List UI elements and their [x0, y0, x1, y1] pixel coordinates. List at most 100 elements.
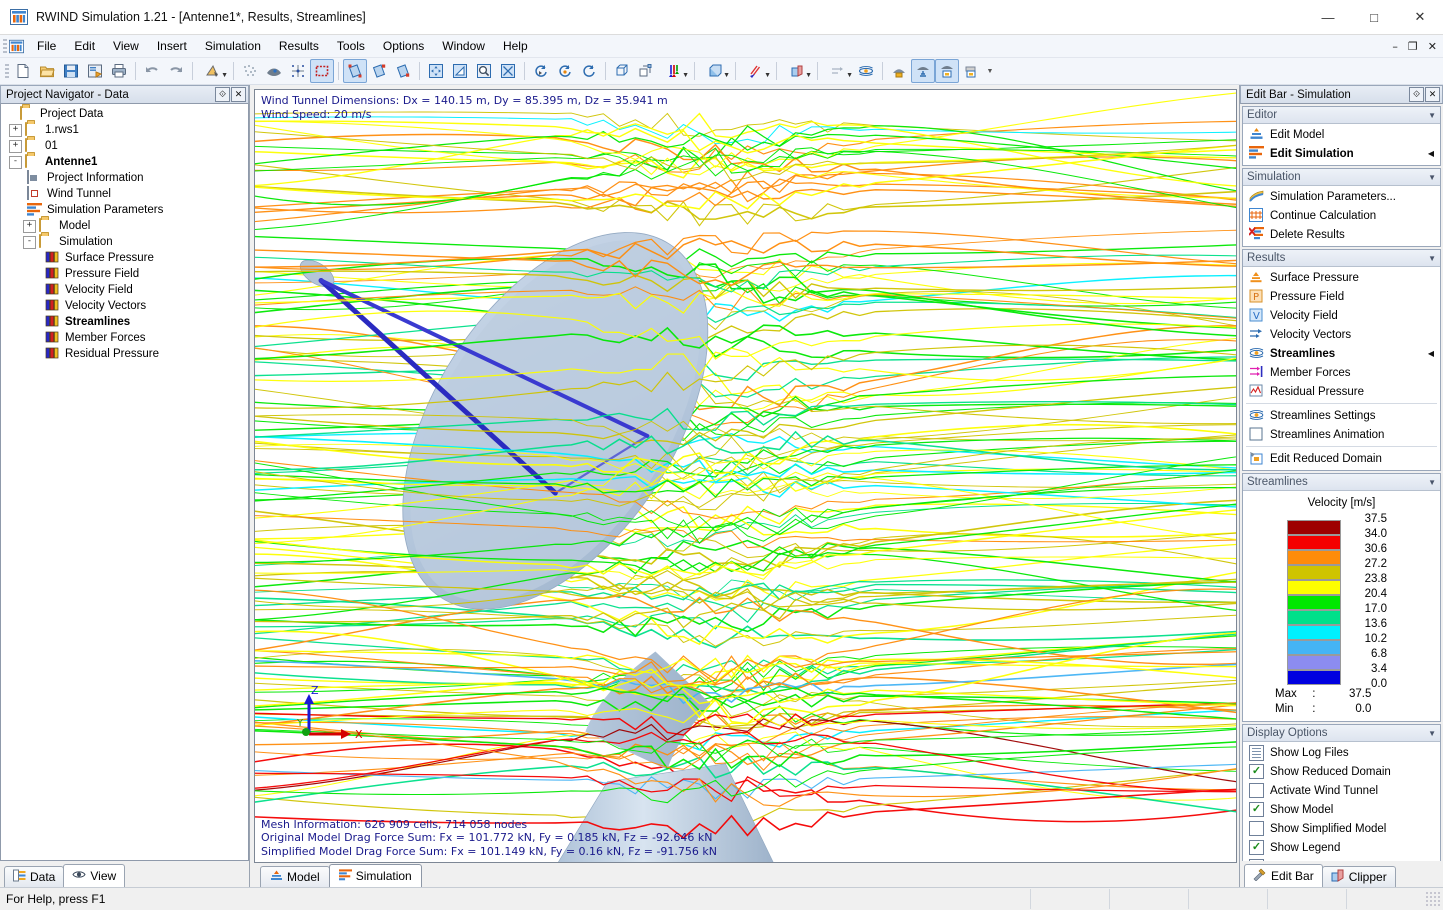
window-close-button[interactable]: ✕: [1397, 1, 1443, 34]
window-minimize-button[interactable]: —: [1305, 1, 1351, 34]
model-view-3-icon[interactable]: [391, 59, 415, 83]
vectors-icon[interactable]: ▼: [822, 59, 854, 83]
display-option-show-simplified-model[interactable]: Show Simplified Model: [1243, 819, 1440, 838]
undo-icon[interactable]: [140, 59, 164, 83]
zoom-window-icon[interactable]: [448, 59, 472, 83]
tree-item-simulation[interactable]: - Simulation: [1, 234, 248, 250]
tree-item-01[interactable]: + 01: [1, 138, 248, 154]
tree-item-project-data[interactable]: Project Data: [1, 106, 248, 122]
edit-bar-item-member-forces[interactable]: Member Forces: [1243, 363, 1440, 382]
result-field-icon[interactable]: [935, 59, 959, 83]
toolbar-grip[interactable]: [5, 64, 9, 78]
viewport-tab-simulation[interactable]: Simulation: [329, 864, 422, 887]
display-option-show-log-files[interactable]: Show Log Files: [1243, 743, 1440, 762]
streamlines-legend-header[interactable]: Streamlines ▼: [1243, 474, 1440, 491]
edit-bar-item-simulation-parameters[interactable]: Simulation Parameters...: [1243, 187, 1440, 206]
display-options-header[interactable]: Display Options ▼: [1243, 725, 1440, 742]
menu-item-file[interactable]: File: [28, 37, 65, 55]
edit-bar-item-velocity-vectors[interactable]: Velocity Vectors: [1243, 325, 1440, 344]
chevron-down-icon[interactable]: ▼: [1428, 173, 1436, 182]
checkbox-icon[interactable]: ✓: [1249, 840, 1264, 855]
navigator-tab-view[interactable]: View: [63, 864, 125, 887]
navigator-tab-data[interactable]: Data: [4, 866, 64, 887]
mesh-surface-icon[interactable]: [262, 59, 286, 83]
edit-bar-item-edit-simulation[interactable]: Edit Simulation ◀: [1243, 144, 1440, 163]
tree-item-velocity-field[interactable]: Velocity Field: [1, 282, 248, 298]
navigator-pin-button[interactable]: ⟐: [215, 87, 230, 102]
rotate-center-icon[interactable]: [553, 59, 577, 83]
menu-item-options[interactable]: Options: [374, 37, 433, 55]
menu-grip[interactable]: [3, 39, 7, 53]
tree-item-simulation-parameters[interactable]: Simulation Parameters: [1, 202, 248, 218]
tree-item-model[interactable]: + Model: [1, 218, 248, 234]
open-folder-icon[interactable]: [35, 59, 59, 83]
display-option-show-legend[interactable]: ✓ Show Legend: [1243, 838, 1440, 857]
render-mode-icon[interactable]: ▼: [197, 59, 229, 83]
tree-item-member-forces[interactable]: Member Forces: [1, 330, 248, 346]
chevron-down-icon[interactable]: ▼: [221, 72, 228, 79]
chevron-down-icon[interactable]: ▼: [1428, 729, 1436, 738]
3d-viewport[interactable]: Wind Tunnel Dimensions: Dx = 140.15 m, D…: [255, 90, 1236, 862]
tree-expander[interactable]: -: [9, 156, 22, 169]
clip-plane-icon[interactable]: ▼: [740, 59, 772, 83]
results-group-header[interactable]: Results ▼: [1243, 250, 1440, 267]
edit-bar-item-streamlines-animation[interactable]: Streamlines Animation: [1243, 425, 1440, 444]
rotate-cw-icon[interactable]: [577, 59, 601, 83]
menu-item-insert[interactable]: Insert: [148, 37, 196, 55]
edit-bar-item-continue-calculation[interactable]: Continue Calculation: [1243, 206, 1440, 225]
chevron-down-icon[interactable]: ▼: [1428, 254, 1436, 263]
edit-bar-close-button[interactable]: ✕: [1425, 87, 1440, 102]
viewport-tab-model[interactable]: Model: [260, 866, 330, 887]
tree-expander[interactable]: +: [9, 140, 22, 153]
save-icon[interactable]: [59, 59, 83, 83]
chevron-down-icon[interactable]: ▼: [846, 72, 853, 79]
tree-item-surface-pressure[interactable]: Surface Pressure: [1, 250, 248, 266]
edit-bar-tab-edit-bar[interactable]: Edit Bar: [1244, 864, 1323, 887]
edit-bar-item-streamlines-settings[interactable]: Streamlines Settings: [1243, 406, 1440, 425]
edit-bar-item-edit-model[interactable]: Edit Model: [1243, 125, 1440, 144]
selection-box-icon[interactable]: [310, 59, 334, 83]
display-option-activate-wind-tunnel[interactable]: Activate Wind Tunnel: [1243, 781, 1440, 800]
toolbar-overflow-button[interactable]: ▼: [985, 60, 995, 82]
mdi-restore-button[interactable]: ❐: [1406, 40, 1420, 53]
model-view-1-icon[interactable]: [343, 59, 367, 83]
edit-bar-item-velocity-field[interactable]: V Velocity Field: [1243, 306, 1440, 325]
result-surface-icon[interactable]: [887, 59, 911, 83]
tree-item-streamlines[interactable]: Streamlines: [1, 314, 248, 330]
clip-solid-icon[interactable]: ▼: [781, 59, 813, 83]
pan-icon[interactable]: [424, 59, 448, 83]
checkbox-icon[interactable]: [1249, 821, 1264, 836]
editor-group-header[interactable]: Editor ▼: [1243, 107, 1440, 124]
mdi-minimize-button[interactable]: –: [1390, 40, 1400, 53]
simulation-group-header[interactable]: Simulation ▼: [1243, 169, 1440, 186]
point-cloud-icon[interactable]: [238, 59, 262, 83]
redo-icon[interactable]: [164, 59, 188, 83]
print-icon[interactable]: [107, 59, 131, 83]
menu-item-tools[interactable]: Tools: [328, 37, 374, 55]
navigator-close-button[interactable]: ✕: [231, 87, 246, 102]
tree-item-velocity-vectors[interactable]: Velocity Vectors: [1, 298, 248, 314]
streamlines-icon[interactable]: [854, 59, 878, 83]
checkbox-icon[interactable]: ✓: [1249, 802, 1264, 817]
node-grid-icon[interactable]: [286, 59, 310, 83]
save-details-icon[interactable]: [83, 59, 107, 83]
zoom-fit-icon[interactable]: [496, 59, 520, 83]
menu-item-window[interactable]: Window: [433, 37, 494, 55]
checkbox-icon[interactable]: ✓: [1249, 764, 1264, 779]
box-corner-icon[interactable]: [634, 59, 658, 83]
project-tree[interactable]: Project Data + 1.rws1 + 01 - Antenne1: [0, 104, 249, 861]
new-file-icon[interactable]: [11, 59, 35, 83]
tree-expander[interactable]: +: [23, 220, 36, 233]
edit-bar-item-surface-pressure[interactable]: Surface Pressure: [1243, 268, 1440, 287]
solid-box-icon[interactable]: ▼: [699, 59, 731, 83]
chevron-down-icon[interactable]: ▼: [723, 72, 730, 79]
edit-bar-item-residual-pressure[interactable]: Residual Pressure: [1243, 382, 1440, 401]
menu-item-view[interactable]: View: [104, 37, 148, 55]
axis-colors-icon[interactable]: ▼: [658, 59, 690, 83]
zoom-glass-icon[interactable]: [472, 59, 496, 83]
tree-item-rws1[interactable]: + 1.rws1: [1, 122, 248, 138]
result-clipper-icon[interactable]: [959, 59, 983, 83]
menu-item-help[interactable]: Help: [494, 37, 537, 55]
chevron-down-icon[interactable]: ▼: [682, 72, 689, 79]
model-view-2-icon[interactable]: [367, 59, 391, 83]
